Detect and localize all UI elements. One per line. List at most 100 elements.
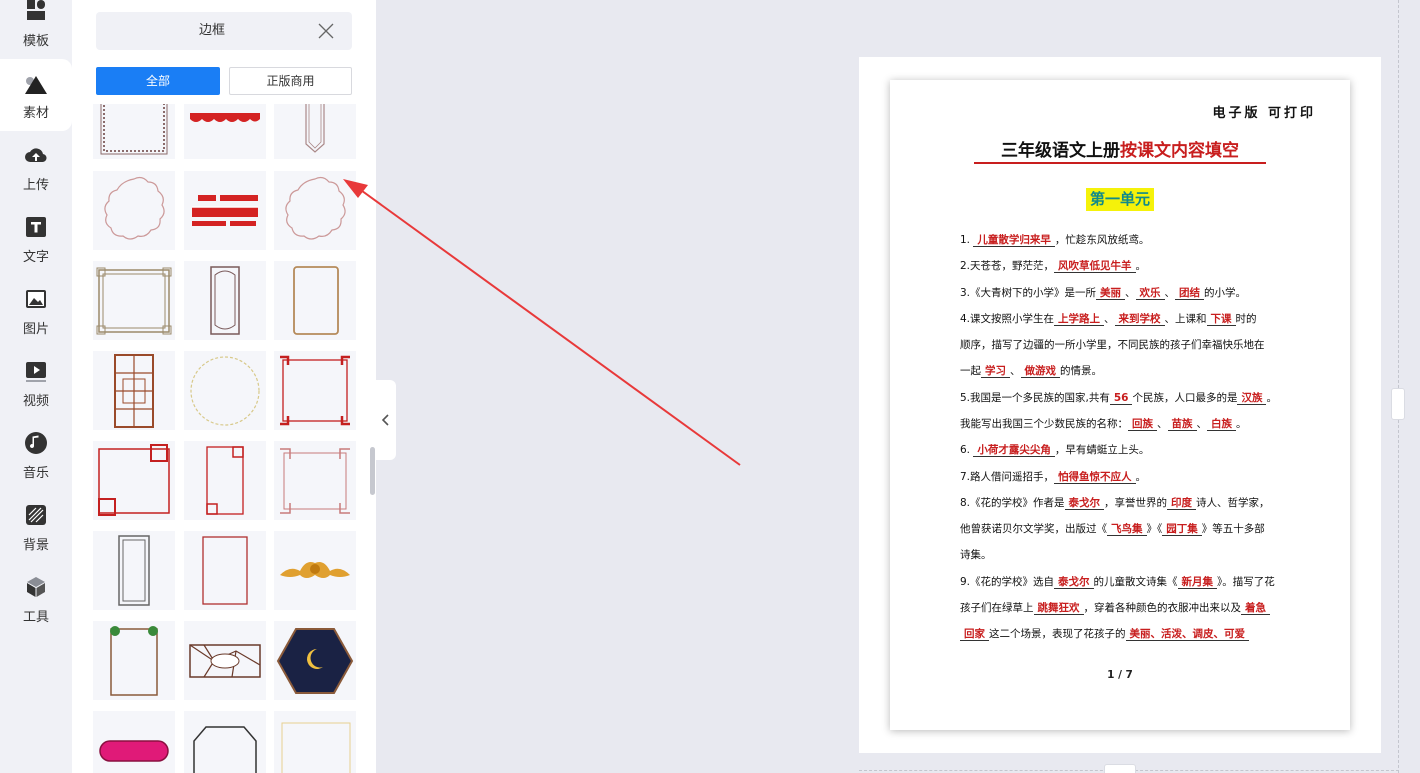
panel-scrollbar[interactable] xyxy=(370,447,375,495)
page-indicator: 1 / 7 xyxy=(1107,669,1133,681)
nav-item-music[interactable]: 音乐 xyxy=(0,426,72,498)
border-tile[interactable] xyxy=(93,441,175,520)
border-tile[interactable] xyxy=(184,441,266,520)
document-line: 我能写出我国三个少数民族的名称： 回族、苗族、白族。 xyxy=(960,417,1247,431)
tab-all[interactable]: 全部 xyxy=(96,67,220,95)
nav-item-material[interactable]: 素材 xyxy=(0,59,72,131)
line-text: 一起 xyxy=(960,365,981,377)
border-tile[interactable] xyxy=(274,104,356,159)
unit-heading: 第一单元 xyxy=(1086,188,1154,211)
document-line: 7.路人借问遥招手， 怕得鱼惊不应人。 xyxy=(960,470,1146,484)
nav-item-text[interactable]: 文字 xyxy=(0,210,72,282)
search-input[interactable]: 边框 xyxy=(96,12,328,50)
border-tile[interactable] xyxy=(93,104,175,159)
tab-licensed-commercial[interactable]: 正版商用 xyxy=(229,67,352,95)
nav-label-video: 视频 xyxy=(22,394,49,409)
line-text: 、 xyxy=(1157,418,1168,430)
answer-blank: 回家 xyxy=(960,628,989,641)
nav-item-template[interactable]: 模板 xyxy=(0,0,72,58)
border-tile[interactable] xyxy=(184,621,266,700)
border-tile[interactable] xyxy=(184,351,266,430)
answer-blank: 团结 xyxy=(1175,287,1205,300)
nav-label-music: 音乐 xyxy=(22,466,49,481)
document-line: 6. 小荷才露尖尖角 ，早有蜻蜓立上头。 xyxy=(960,443,1149,457)
line-text: 我能写出我国三个少数民族的名称： xyxy=(960,418,1128,430)
nav-item-tools[interactable]: 工具 xyxy=(0,570,72,642)
border-tile[interactable] xyxy=(184,711,266,773)
nav-label-background: 背景 xyxy=(22,538,49,553)
line-text: ，穿着各种颜色的衣服冲出来以及 xyxy=(1083,602,1242,614)
line-text: 诗人、哲学家， xyxy=(1196,497,1270,509)
document-line: 孩子们在绿草上 跳舞狂欢 ，穿着各种颜色的衣服冲出来以及 着急 xyxy=(960,601,1270,615)
document-line: 顺序，描写了边疆的一所小学里，不同民族的孩子们幸福快乐地在 xyxy=(960,338,1265,352)
canvas-guide-right xyxy=(1398,0,1399,773)
border-tile[interactable] xyxy=(274,441,356,520)
line-text: 5.我国是一个多民族的国家,共有 xyxy=(960,392,1110,404)
border-tile[interactable] xyxy=(93,171,175,250)
border-tile[interactable] xyxy=(184,531,266,610)
resize-handle-right[interactable] xyxy=(1391,388,1405,420)
line-text: 的儿童散文诗集《 xyxy=(1093,576,1178,588)
answer-blank: 欢乐 xyxy=(1135,287,1165,300)
border-material-grid xyxy=(92,104,362,773)
collapse-panel-button[interactable] xyxy=(376,380,396,460)
document-line: 4.课文按照小学生在 上学路上、来到学校 、上课和 下课 时的 xyxy=(960,312,1257,326)
line-text: 8.《花的学校》作者是 xyxy=(960,497,1065,509)
document-line: 8.《花的学校》作者是 泰戈尔 ，享誉世界的 印度 诗人、哲学家， xyxy=(960,496,1270,510)
answer-blank: 风吹草低见牛羊 xyxy=(1054,260,1136,273)
border-tile[interactable] xyxy=(274,171,356,250)
border-tile[interactable] xyxy=(93,531,175,610)
document-line: 3.《大青树下的小学》是一所 美丽、欢乐、团结 的小学。 xyxy=(960,286,1246,300)
border-tile[interactable] xyxy=(274,531,356,610)
line-text: 。 xyxy=(1236,418,1247,430)
answer-blank: 泰戈尔 xyxy=(1054,576,1094,589)
border-tile[interactable] xyxy=(93,261,175,340)
line-text: 4.课文按照小学生在 xyxy=(960,313,1055,325)
answer-blank: 下课 xyxy=(1206,313,1236,326)
line-text: 》等五十多部 xyxy=(1201,523,1265,535)
border-tile[interactable] xyxy=(184,261,266,340)
answer-blank: 美丽 xyxy=(1096,287,1126,300)
answer-blank: 跳舞狂欢 xyxy=(1033,602,1084,615)
nav-label-template: 模板 xyxy=(22,34,49,49)
border-tile[interactable] xyxy=(184,171,266,250)
tools-icon xyxy=(27,577,45,597)
answer-blank: 泰戈尔 xyxy=(1064,497,1105,510)
title-underline xyxy=(974,162,1266,164)
line-text: 2.天苍苍，野茫茫， xyxy=(960,260,1055,272)
border-tile[interactable] xyxy=(274,261,356,340)
line-text: 3.《大青树下的小学》是一所 xyxy=(960,287,1097,299)
answer-blank: 印度 xyxy=(1167,497,1197,510)
line-text: 》。描写了花 xyxy=(1217,576,1275,588)
border-tile[interactable] xyxy=(93,711,175,773)
answer-blank: 学习 xyxy=(981,365,1010,378)
answer-blank: 怕得鱼惊不应人 xyxy=(1054,471,1136,484)
close-icon[interactable] xyxy=(318,23,334,39)
answer-blank: 着急 xyxy=(1241,602,1270,615)
line-text: 他曾获诺贝尔文学奖，出版过《 xyxy=(960,523,1107,535)
image-icon xyxy=(26,290,46,308)
line-text: 7.路人借问遥招手， xyxy=(960,471,1055,483)
nav-item-video[interactable]: 视频 xyxy=(0,354,72,426)
resize-handle-bottom[interactable] xyxy=(1104,764,1136,773)
border-tile[interactable] xyxy=(274,621,356,700)
material-icon xyxy=(25,76,47,94)
border-tile[interactable] xyxy=(274,351,356,430)
border-tile[interactable] xyxy=(93,351,175,430)
title-red: 按课文内容填空 xyxy=(1120,141,1239,161)
document-line: 诗集。 xyxy=(960,548,992,562)
document-line: 2.天苍苍，野茫茫， 风吹草低见牛羊。 xyxy=(960,259,1146,273)
border-tile[interactable] xyxy=(274,711,356,773)
line-text: ，享誉世界的 xyxy=(1104,497,1168,509)
line-text: 。 xyxy=(1266,392,1277,404)
nav-item-background[interactable]: 背景 xyxy=(0,498,72,570)
line-text: 1. xyxy=(960,234,974,246)
border-tile[interactable] xyxy=(184,104,266,159)
nav-item-image[interactable]: 图片 xyxy=(0,282,72,354)
upload-cloud-icon xyxy=(25,148,47,163)
search-box[interactable]: 边框 xyxy=(96,12,352,50)
border-tile[interactable] xyxy=(93,621,175,700)
answer-blank: 美丽、活泼、调皮、可爱 xyxy=(1125,628,1249,641)
nav-item-upload[interactable]: 上传 xyxy=(0,138,72,210)
document-page[interactable]: 电子版 可打印 三年级语文上册按课文内容填空 第一单元 1. 儿童散学归来早 ，忙… xyxy=(890,80,1350,730)
